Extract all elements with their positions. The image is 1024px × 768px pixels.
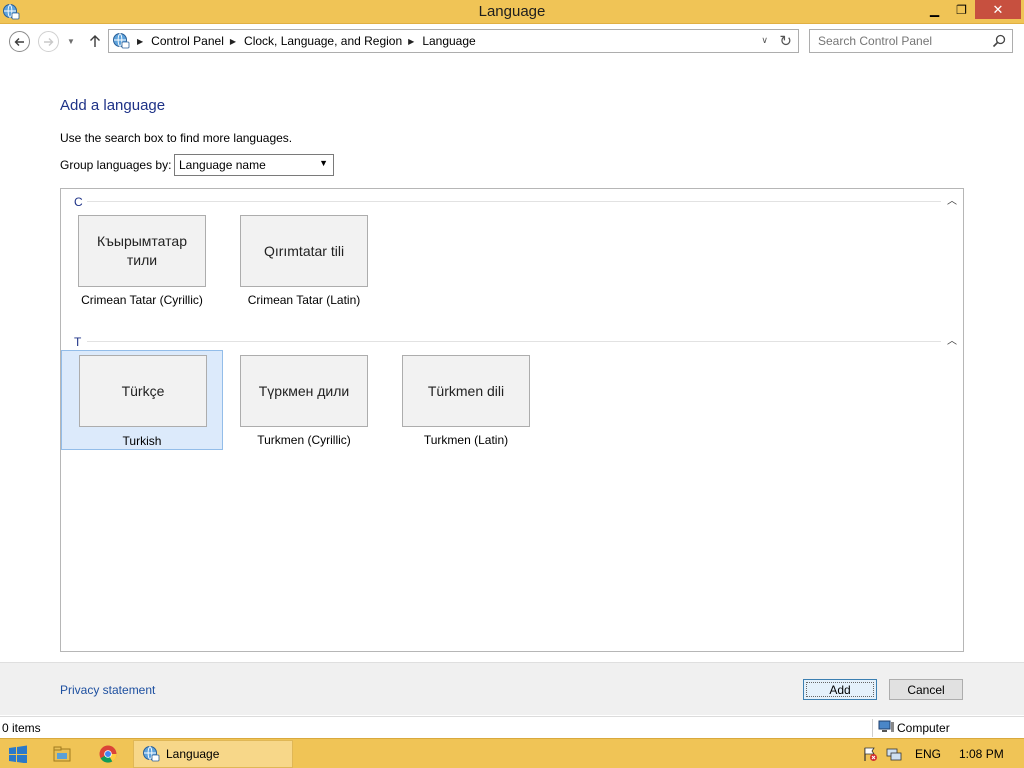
group-header-c[interactable]: C ︿ <box>61 191 963 211</box>
breadcrumb: ▶ Control Panel ▶ Clock, Language, and R… <box>131 34 476 48</box>
status-divider <box>872 719 873 737</box>
language-list[interactable]: C ︿ Къырымтатар тили Crimean Tatar (Cyri… <box>60 188 964 652</box>
language-native-name: Къырымтатар тили <box>78 215 206 287</box>
title-bar: Language ▁ ❐ ✕ <box>0 0 1024 24</box>
action-center-flag-icon[interactable] <box>862 746 878 762</box>
minimize-button[interactable]: ▁ <box>921 0 948 19</box>
close-button[interactable]: ✕ <box>975 0 1021 19</box>
recent-locations-dropdown[interactable]: ▼ <box>64 34 78 48</box>
taskbar-item-label: Language <box>166 747 220 761</box>
address-bar[interactable]: ▶ Control Panel ▶ Clock, Language, and R… <box>108 29 799 53</box>
window-title: Language <box>478 3 546 20</box>
group-letter: T <box>74 335 82 349</box>
cancel-button[interactable]: Cancel <box>889 679 963 700</box>
collapse-chevron-up-icon[interactable]: ︿ <box>947 192 957 207</box>
search-input[interactable] <box>810 30 990 52</box>
status-bar: 0 items Computer <box>0 716 1024 738</box>
language-globe-icon <box>143 746 160 762</box>
add-button[interactable]: Add <box>803 679 877 700</box>
computer-icon <box>878 720 894 732</box>
file-explorer-icon[interactable] <box>52 744 72 764</box>
location-label: Computer <box>897 721 950 735</box>
language-native-name: Türkmen dili <box>402 355 530 427</box>
search-box[interactable] <box>809 29 1013 53</box>
language-name: Crimean Tatar (Latin) <box>247 293 361 307</box>
breadcrumb-separator-icon[interactable]: ▶ <box>408 37 414 46</box>
breadcrumb-separator-icon[interactable]: ▶ <box>230 37 236 46</box>
language-tile-crimean-tatar-cyrillic[interactable]: Къырымтатар тили Crimean Tatar (Cyrillic… <box>61 215 223 315</box>
items-count: 0 items <box>2 721 41 735</box>
chrome-icon[interactable] <box>98 744 118 764</box>
windows-start-icon[interactable] <box>8 745 28 763</box>
search-hint-text: Use the search box to find more language… <box>60 131 293 145</box>
language-name: Turkmen (Latin) <box>423 433 509 447</box>
privacy-statement-link[interactable]: Privacy statement <box>60 683 155 697</box>
taskbar-item-language[interactable]: Language <box>133 740 293 768</box>
arrow-right-icon <box>44 37 54 46</box>
page-title: Add a language <box>60 97 166 114</box>
address-history-chevron-icon[interactable]: ∨ <box>761 35 768 46</box>
language-name: Turkmen (Cyrillic) <box>257 433 351 447</box>
group-by-selected-value: Language name <box>179 158 266 172</box>
language-globe-icon <box>113 33 130 49</box>
arrow-up-icon <box>90 35 100 47</box>
group-letter: C <box>74 195 83 209</box>
group-by-label: Group languages by: <box>60 158 172 172</box>
back-button[interactable] <box>9 31 30 52</box>
chevron-down-icon: ▼ <box>67 36 75 46</box>
breadcrumb-control-panel[interactable]: Control Panel <box>151 34 224 48</box>
dialog-footer: Privacy statement Add Cancel <box>0 662 1024 715</box>
input-language-indicator[interactable]: ENG <box>915 747 941 761</box>
breadcrumb-clock-language-region[interactable]: Clock, Language, and Region <box>244 34 402 48</box>
group-divider <box>87 201 941 202</box>
language-native-name: Qırımtatar tili <box>240 215 368 287</box>
taskbar: Language ENG 1:08 PM <box>0 738 1024 768</box>
up-button[interactable] <box>86 31 104 51</box>
search-icon[interactable] <box>992 34 1006 48</box>
refresh-icon[interactable]: ↻ <box>779 32 792 50</box>
breadcrumb-language[interactable]: Language <box>422 34 475 48</box>
navigation-bar: ▼ ▶ Control Panel ▶ Clock, Language, and… <box>0 25 1024 58</box>
group-header-t[interactable]: T ︿ <box>61 331 963 351</box>
language-native-name: Türkçe <box>79 355 207 427</box>
language-tile-turkmen-latin[interactable]: Türkmen dili Turkmen (Latin) <box>385 355 547 455</box>
arrow-left-icon <box>14 37 24 46</box>
language-tile-turkish[interactable]: Türkçe Turkish <box>61 350 223 450</box>
group-divider <box>87 341 941 342</box>
network-icon[interactable] <box>886 746 902 762</box>
chevron-down-icon: ▼ <box>319 158 328 168</box>
maximize-button[interactable]: ❐ <box>948 0 975 19</box>
group-by-select[interactable]: Language name ▼ <box>174 154 334 176</box>
breadcrumb-separator-icon[interactable]: ▶ <box>137 37 143 46</box>
language-name: Crimean Tatar (Cyrillic) <box>81 293 203 307</box>
language-tile-crimean-tatar-latin[interactable]: Qırımtatar tili Crimean Tatar (Latin) <box>223 215 385 315</box>
language-tile-turkmen-cyrillic[interactable]: Түркмен дили Turkmen (Cyrillic) <box>223 355 385 455</box>
system-clock[interactable]: 1:08 PM <box>959 747 1004 761</box>
collapse-chevron-up-icon[interactable]: ︿ <box>947 332 957 347</box>
language-native-name: Түркмен дили <box>240 355 368 427</box>
forward-button[interactable] <box>38 31 59 52</box>
language-name: Turkish <box>122 434 162 448</box>
